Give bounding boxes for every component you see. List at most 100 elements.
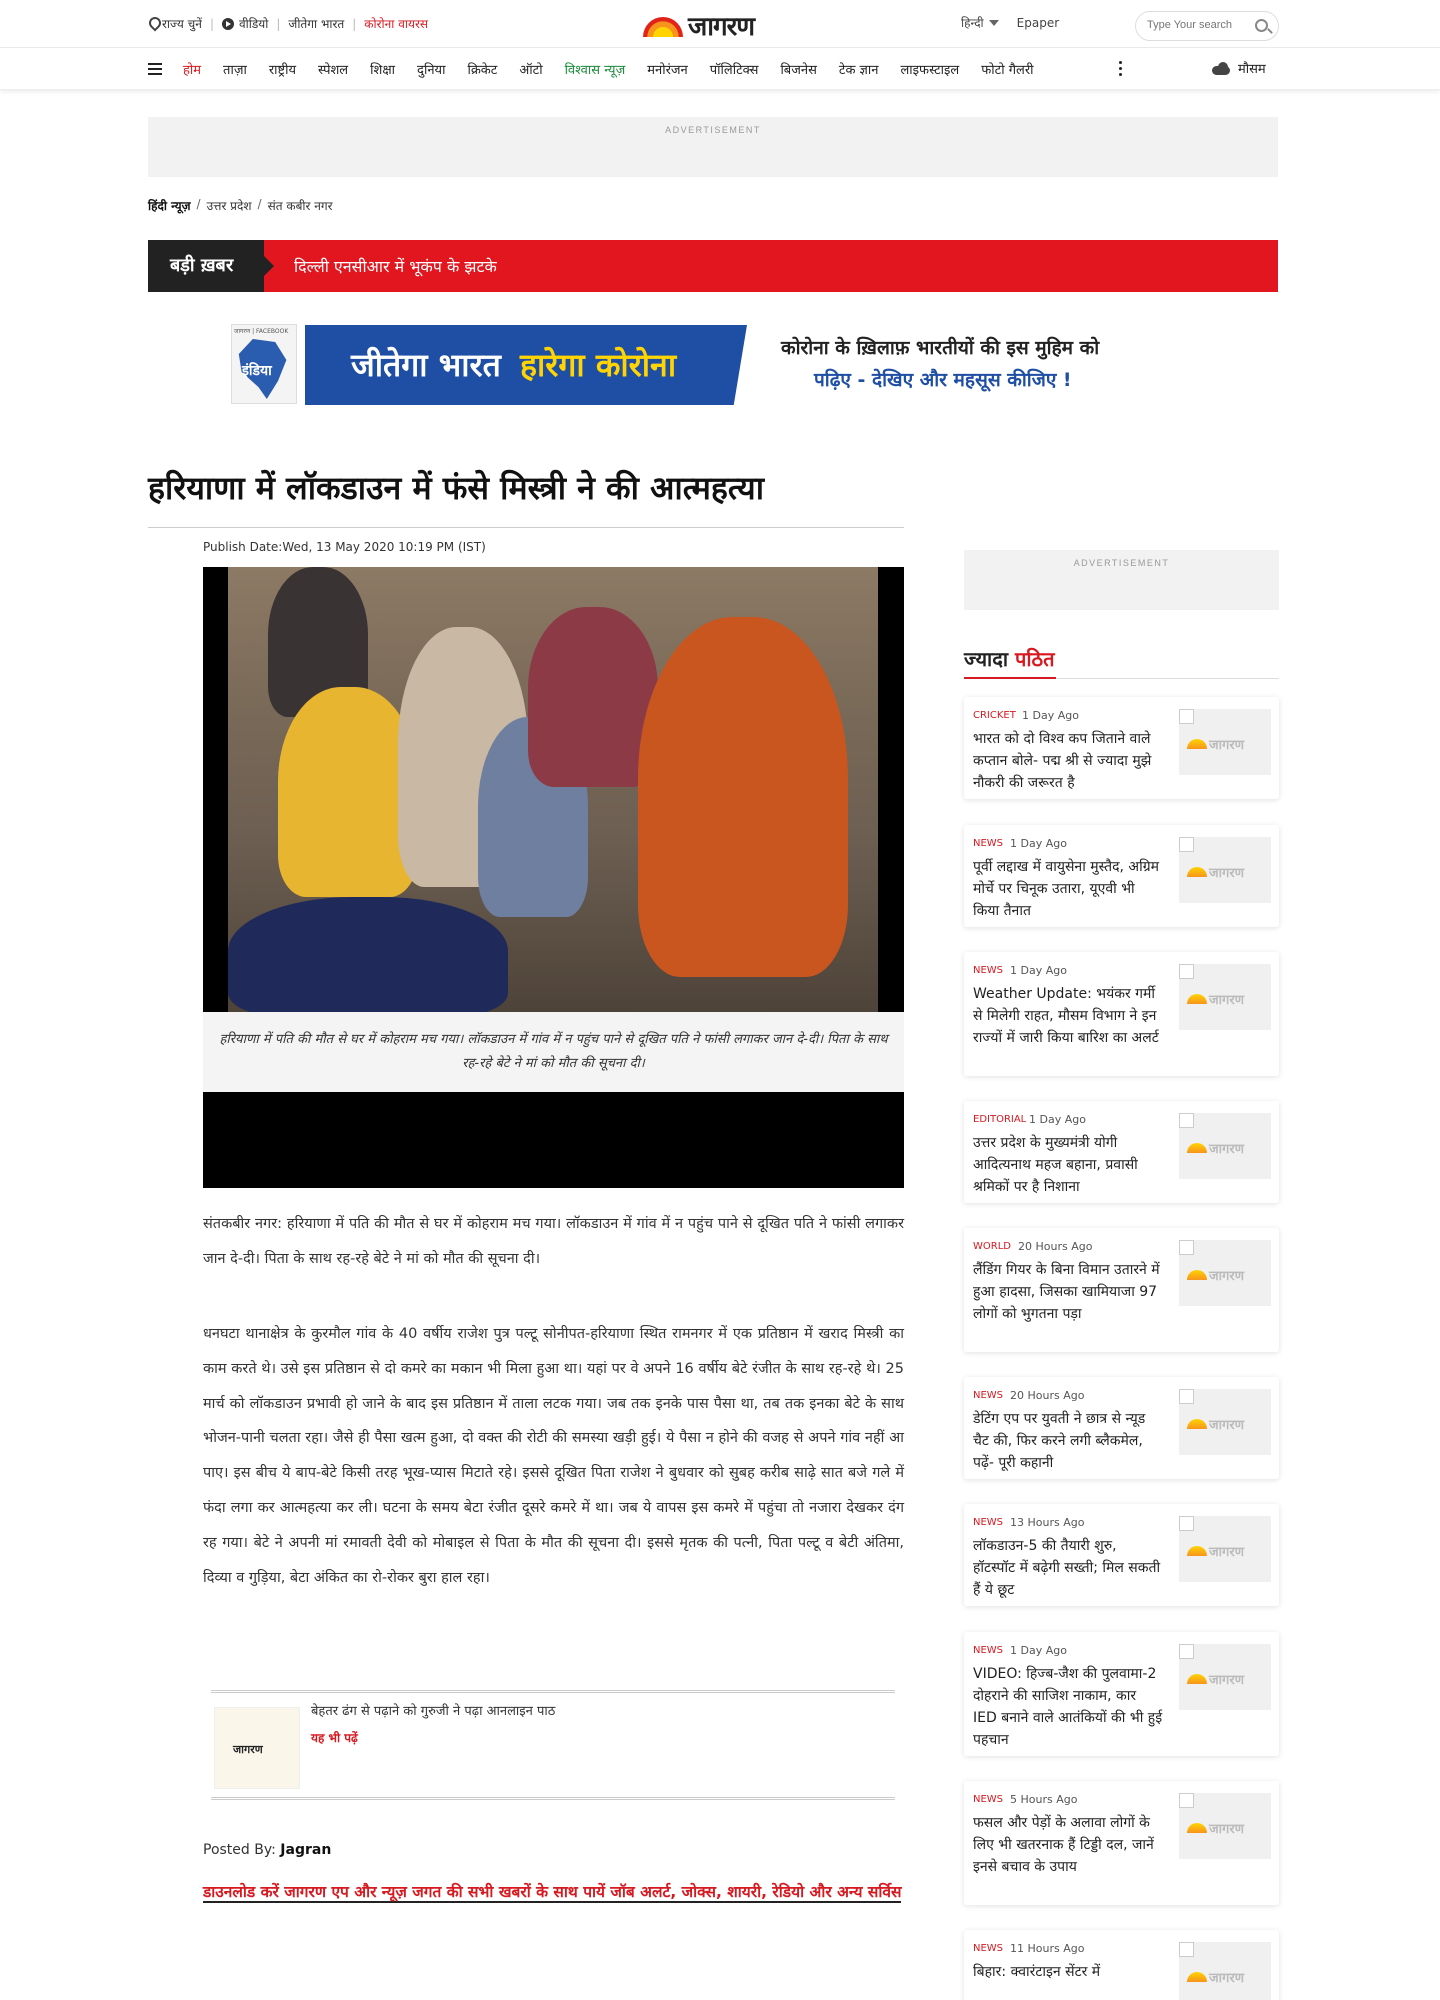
placeholder-logo: जागरण xyxy=(1187,1819,1244,1837)
nav-item-entertainment[interactable]: मनोरंजन xyxy=(647,60,688,78)
nav-item-special[interactable]: स्पेशल xyxy=(318,60,348,78)
card-title: Weather Update: भयंकर गर्मी से मिलेगी रा… xyxy=(973,986,1159,1046)
video-link[interactable]: वीडियो xyxy=(221,15,269,32)
article-photo xyxy=(203,567,904,1012)
banner-title-yellow: हारेगा कोरोना xyxy=(520,346,677,384)
nav-item-home[interactable]: होम xyxy=(183,60,201,78)
broken-image-icon xyxy=(1179,1942,1194,1957)
language-label: हिन्दी xyxy=(961,16,984,30)
breaking-news-headline[interactable]: दिल्ली एनसीआर में भूकंप के झटके xyxy=(294,255,497,277)
breadcrumb-state[interactable]: उत्तर प्रदेश xyxy=(207,197,252,214)
broken-image-icon xyxy=(1179,1644,1194,1659)
card-category: NEWS xyxy=(973,965,1004,976)
breadcrumb: हिंदी न्यूज़ / उत्तर प्रदेश / संत कबीर न… xyxy=(148,197,333,214)
nav-item-cricket[interactable]: क्रिकेट xyxy=(467,60,497,78)
state-select-link[interactable]: राज्य चुनें xyxy=(148,15,202,32)
related-article[interactable]: जागरण बेहतर ढंग से पढ़ाने को गुरुजी ने प… xyxy=(211,1690,895,1800)
related-thumb-logo: जागरण xyxy=(233,1743,263,1756)
nav-item-photo-gallery[interactable]: फोटो गैलरी xyxy=(981,60,1033,78)
top-links: राज्य चुनें | वीडियो | जीतेगा भारत | कोर… xyxy=(148,15,428,32)
download-app-link[interactable]: डाउनलोड करें जागरण एप और न्यूज़ जगत की स… xyxy=(203,1876,907,1909)
breadcrumb-separator: / xyxy=(257,197,262,211)
top-bar: राज्य चुनें | वीडियो | जीतेगा भारत | कोर… xyxy=(0,0,1440,48)
search-input[interactable] xyxy=(1147,19,1247,31)
nav-item-education[interactable]: शिक्षा xyxy=(370,60,395,78)
weather-link[interactable]: मौसम xyxy=(1210,59,1266,77)
most-read-card[interactable]: NEWS 1 Day Ago Weather Update: भयंकर गर्मी… xyxy=(964,952,1279,1076)
nav-item-vishvas-news[interactable]: विश्वास न्यूज़ xyxy=(565,60,626,78)
card-thumbnail: जागरण xyxy=(1179,1942,1271,2000)
banner-thumbnail: जागरण | FACEBOOK इंडिया xyxy=(231,324,297,404)
card-category: NEWS xyxy=(973,1645,1004,1656)
most-read-card[interactable]: NEWS 13 Hours Ago लॉकडाउन-5 की तैयारी शुरु… xyxy=(964,1504,1279,1606)
broken-image-icon xyxy=(1179,1793,1194,1808)
nav-items: होम ताज़ा राष्ट्रीय स्पेशल शिक्षा दुनिया… xyxy=(183,60,1056,78)
most-read-card[interactable]: EDITORIAL 1 Day Ago उत्तर प्रदेश के मुख्यम… xyxy=(964,1101,1279,1203)
search-icon[interactable] xyxy=(1255,19,1268,32)
banner-main: जीतेगा भारत हारेगा कोरोना xyxy=(305,325,747,405)
card-category: EDITORIAL xyxy=(973,1114,1027,1125)
broken-image-icon xyxy=(1179,1389,1194,1404)
related-thumbnail: जागरण xyxy=(214,1707,300,1789)
banner-thumb-title: इंडिया xyxy=(242,363,272,379)
nav-item-national[interactable]: राष्ट्रीय xyxy=(269,60,296,78)
corona-virus-link[interactable]: कोरोना वायरस xyxy=(364,15,428,32)
most-read-card[interactable]: WORLD 20 Hours Ago लैंडिंग गियर के बिना वि… xyxy=(964,1228,1279,1352)
divider xyxy=(148,527,904,528)
most-read-card[interactable]: NEWS 5 Hours Ago फसल और पेड़ों के अलावा लो… xyxy=(964,1781,1279,1905)
nav-item-auto[interactable]: ऑटो xyxy=(519,60,542,78)
nav-item-latest[interactable]: ताज़ा xyxy=(223,60,247,78)
breadcrumb-city[interactable]: संत कबीर नगर xyxy=(268,197,333,214)
card-time: 1 Day Ago xyxy=(1010,1644,1067,1657)
broken-image-icon xyxy=(1179,837,1194,852)
breaking-news-bar: बड़ी ख़बर दिल्ली एनसीआर में भूकंप के झटक… xyxy=(148,240,1278,292)
card-time: 1 Day Ago xyxy=(1010,964,1067,977)
card-title: फसल और पेड़ों के अलावा लोगों के लिए भी ख… xyxy=(973,1815,1154,1875)
photo-caption-box: हरियाणा में पति की मौत से घर में कोहराम … xyxy=(203,1012,904,1092)
card-category: NEWS xyxy=(973,838,1004,849)
weather-label: मौसम xyxy=(1238,62,1266,77)
card-title: भारत को दो विश्व कप जिताने वाले कप्तान ब… xyxy=(973,731,1152,791)
card-time: 1 Day Ago xyxy=(1010,837,1067,850)
photo-figure xyxy=(228,897,508,1012)
state-select-label: राज्य चुनें xyxy=(162,17,202,31)
video-player[interactable] xyxy=(203,1092,904,1188)
card-time: 20 Hours Ago xyxy=(1010,1389,1085,1402)
broken-image-icon xyxy=(1179,1113,1194,1128)
card-title: बिहार: क्वारंटाइन सेंटर में xyxy=(973,1964,1101,1980)
video-label: वीडियो xyxy=(238,17,269,31)
publish-date: Publish Date:Wed, 13 May 2020 10:19 PM (… xyxy=(203,540,486,554)
most-read-card[interactable]: CRICKET 1 Day Ago भारत को दो विश्व कप जिता… xyxy=(964,697,1279,799)
most-read-card[interactable]: NEWS 20 Hours Ago डेटिंग एप पर युवती ने छा… xyxy=(964,1377,1279,1479)
most-read-card[interactable]: NEWS 11 Hours Ago बिहार: क्वारंटाइन सेंटर … xyxy=(964,1930,1279,2000)
epaper-link[interactable]: Epaper xyxy=(1017,16,1060,30)
breadcrumb-home[interactable]: हिंदी न्यूज़ xyxy=(148,197,191,214)
card-thumbnail: जागरण xyxy=(1179,964,1271,1030)
banner-cta: पढ़िए - देखिए और महसूस कीजिए ! xyxy=(814,369,1072,391)
card-title: पूर्वी लद्दाख में वायुसेना मुस्तैद, अग्र… xyxy=(973,859,1159,919)
hamburger-menu-icon[interactable] xyxy=(148,63,162,75)
card-category: NEWS xyxy=(973,1794,1004,1805)
nav-item-business[interactable]: बिजनेस xyxy=(780,60,816,78)
nav-item-world[interactable]: दुनिया xyxy=(417,60,445,78)
placeholder-logo: जागरण xyxy=(1187,735,1244,753)
search-box xyxy=(1135,11,1279,41)
nav-item-tech[interactable]: टेक ज्ञान xyxy=(839,60,879,78)
jeetega-bharat-link[interactable]: जीतेगा भारत xyxy=(288,15,344,32)
photo-caption: हरियाणा में पति की मौत से घर में कोहराम … xyxy=(219,1032,888,1071)
nav-item-politics[interactable]: पॉलिटिक्स xyxy=(710,60,759,78)
most-read-card[interactable]: NEWS 1 Day Ago VIDEO: हिज्ब-जैश की पुलवामा… xyxy=(964,1632,1279,1756)
chevron-down-icon xyxy=(988,19,999,26)
jeetega-bharat-banner[interactable]: जागरण | FACEBOOK इंडिया जीतेगा भारत हारे… xyxy=(231,324,1151,406)
nav-item-lifestyle[interactable]: लाइफस्टाइल xyxy=(900,60,959,78)
most-read-heading-black: ज्यादा xyxy=(964,647,1009,671)
broken-image-icon xyxy=(1179,1240,1194,1255)
language-dropdown[interactable]: हिन्दी xyxy=(961,14,999,31)
main-nav: होम ताज़ा राष्ट्रीय स्पेशल शिक्षा दुनिया… xyxy=(0,48,1440,90)
ad-label: ADVERTISEMENT xyxy=(665,125,761,135)
card-time: 5 Hours Ago xyxy=(1010,1793,1078,1806)
jagran-logo[interactable]: जागरण xyxy=(640,9,786,42)
card-time: 1 Day Ago xyxy=(1029,1113,1086,1126)
more-menu-icon[interactable] xyxy=(1119,61,1122,77)
most-read-card[interactable]: NEWS 1 Day Ago पूर्वी लद्दाख में वायुसेना … xyxy=(964,825,1279,927)
